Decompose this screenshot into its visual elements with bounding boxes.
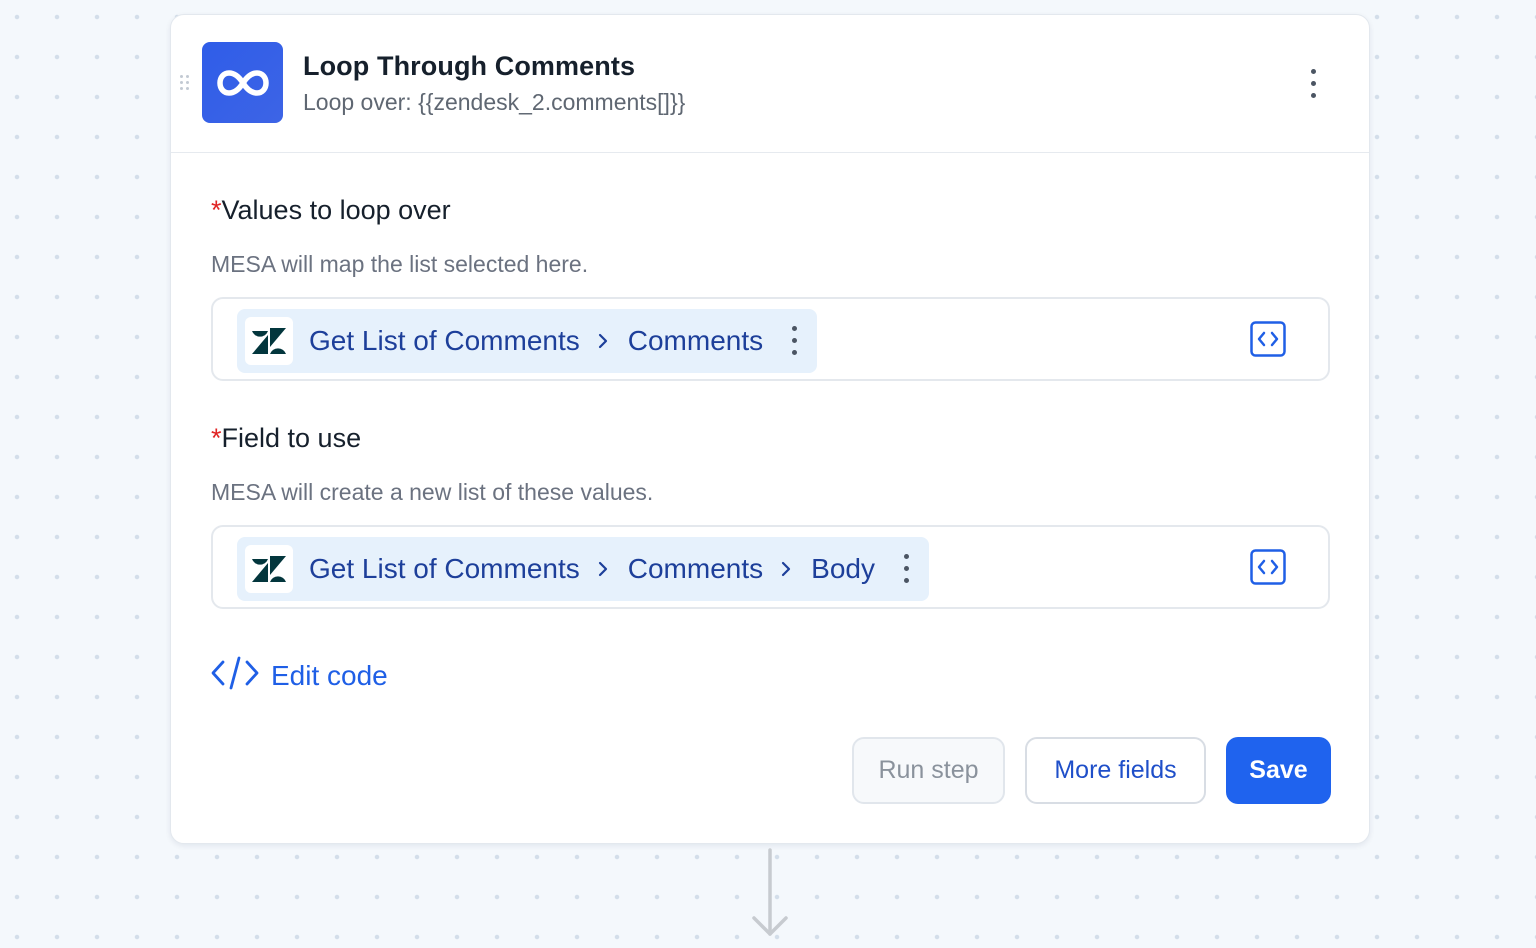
loop-step-card: Loop Through Comments Loop over: {{zende…: [170, 14, 1370, 844]
step-header: Loop Through Comments Loop over: {{zende…: [171, 15, 1369, 153]
save-button[interactable]: Save: [1226, 737, 1331, 804]
step-subtitle: Loop over: {{zendesk_2.comments[]}}: [303, 89, 686, 115]
step-title: Loop Through Comments: [303, 51, 636, 81]
values-to-loop-label: *Values to loop over: [211, 195, 451, 226]
mapped-token[interactable]: Get List of Comments Comments: [237, 309, 818, 373]
required-mark: *: [211, 423, 222, 453]
flow-arrow-down-icon: [748, 848, 792, 940]
field-to-use-label: *Field to use: [211, 423, 361, 454]
field-to-use-field[interactable]: Get List of Comments Comments Body: [211, 525, 1330, 609]
path-segment: Comments: [627, 325, 764, 356]
values-to-loop-help: MESA will map the list selected here.: [211, 251, 589, 277]
zendesk-logo-icon: [245, 545, 293, 593]
path-segment: Get List of Comments: [309, 553, 580, 584]
drag-handle-icon[interactable]: [180, 75, 192, 91]
step-menu-icon[interactable]: [1303, 67, 1323, 101]
more-fields-button[interactable]: More fields: [1025, 737, 1206, 804]
chevron-right-icon: [598, 559, 610, 579]
chevron-right-icon: [781, 559, 793, 579]
code-icon: [211, 655, 259, 696]
run-step-button[interactable]: Run step: [852, 737, 1005, 804]
token-menu-icon[interactable]: [783, 324, 807, 358]
values-to-loop-field[interactable]: Get List of Comments Comments: [211, 297, 1330, 381]
chevron-right-icon: [598, 331, 610, 351]
values-to-loop-label-text: Values to loop over: [221, 195, 451, 225]
path-segment: Body: [811, 553, 875, 584]
zendesk-logo-icon: [245, 317, 293, 365]
token-menu-icon[interactable]: [895, 552, 919, 586]
field-to-use-label-text: Field to use: [221, 423, 362, 453]
path-segment: Get List of Comments: [309, 325, 580, 356]
edit-code-label: Edit code: [271, 659, 388, 691]
code-toggle-icon[interactable]: [1250, 321, 1286, 357]
field-to-use-help: MESA will create a new list of these val…: [211, 479, 654, 505]
infinity-loop-icon: [202, 42, 283, 123]
required-mark: *: [211, 195, 222, 225]
code-toggle-icon[interactable]: [1250, 549, 1286, 585]
mapped-token[interactable]: Get List of Comments Comments Body: [237, 537, 929, 601]
path-segment: Comments: [627, 553, 764, 584]
edit-code-link[interactable]: Edit code: [211, 655, 388, 696]
